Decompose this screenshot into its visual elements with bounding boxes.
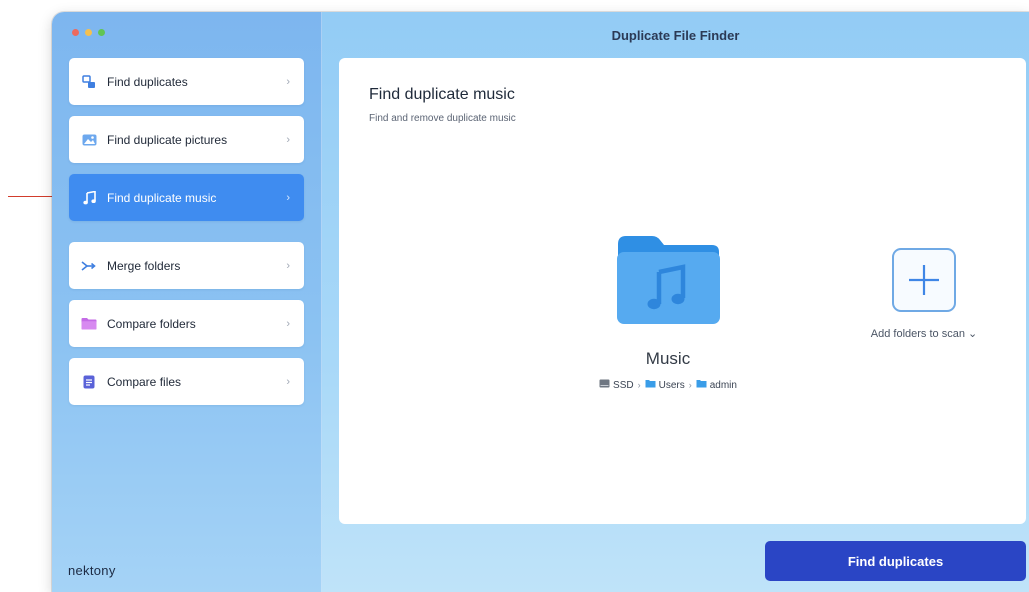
brand-logo: nektony	[68, 563, 116, 578]
drive-icon	[599, 379, 610, 391]
folder-small-icon	[645, 379, 656, 391]
chevron-right-icon: ›	[286, 317, 290, 330]
sidebar-item-label: Merge folders	[107, 258, 181, 273]
app-window: Find duplicates › Find duplicate picture…	[52, 12, 1029, 592]
sidebar-item-compare-folders[interactable]: Compare folders ›	[69, 300, 304, 347]
music-note-icon	[81, 190, 97, 206]
path-segment-users: Users	[658, 379, 685, 391]
page-subtitle: Find and remove duplicate music	[369, 113, 516, 124]
music-folder-icon[interactable]	[614, 234, 722, 326]
sidebar-item-label: Find duplicate pictures	[107, 132, 228, 147]
add-folder-button[interactable]	[892, 248, 956, 312]
add-folders-dropdown[interactable]: Add folders to scan ⌄	[849, 327, 999, 340]
sidebar-item-label: Find duplicate music	[107, 190, 217, 205]
sidebar-item-compare-files[interactable]: Compare files ›	[69, 358, 304, 405]
sidebar-item-label: Compare files	[107, 374, 182, 389]
sidebar-item-label: Compare folders	[107, 316, 196, 331]
folder-path-breadcrumb: SSD › Users › admin	[568, 379, 768, 391]
minimize-window-button[interactable]	[85, 29, 92, 36]
sidebar-item-find-duplicate-music[interactable]: Find duplicate music ›	[69, 174, 304, 221]
sidebar-item-label: Find duplicates	[107, 74, 188, 89]
find-duplicates-button[interactable]: Find duplicates	[765, 541, 1026, 581]
path-separator: ›	[688, 380, 692, 390]
folder-small-icon	[696, 379, 707, 391]
folder-name: Music	[645, 349, 691, 368]
window-title: Duplicate File Finder	[611, 28, 740, 43]
sidebar-item-merge-folders[interactable]: Merge folders ›	[69, 242, 304, 289]
chevron-right-icon: ›	[286, 133, 290, 146]
pictures-icon	[81, 132, 97, 148]
content-panel: Find duplicate music Find and remove dup…	[339, 58, 1026, 524]
path-separator: ›	[637, 380, 641, 390]
chevron-right-icon: ›	[286, 259, 290, 272]
merge-icon	[81, 258, 97, 274]
sidebar-item-find-duplicates[interactable]: Find duplicates ›	[69, 58, 304, 105]
chevron-right-icon: ›	[286, 75, 290, 88]
annotation-arrow	[8, 196, 56, 197]
page-title: Find duplicate music	[369, 86, 515, 103]
path-segment-ssd: SSD	[613, 379, 634, 391]
folder-icon	[81, 316, 97, 332]
path-segment-admin: admin	[709, 379, 737, 391]
zoom-window-button[interactable]	[98, 29, 105, 36]
sidebar-item-find-duplicate-pictures[interactable]: Find duplicate pictures ›	[69, 116, 304, 163]
chevron-right-icon: ›	[286, 375, 290, 388]
close-window-button[interactable]	[72, 29, 79, 36]
plus-icon	[909, 265, 939, 295]
document-icon	[81, 374, 97, 390]
main-area: Duplicate File Finder Find duplicate mus…	[322, 12, 1029, 592]
duplicates-icon	[81, 74, 97, 90]
sidebar: Find duplicates › Find duplicate picture…	[52, 12, 322, 592]
chevron-right-icon: ›	[286, 191, 290, 204]
